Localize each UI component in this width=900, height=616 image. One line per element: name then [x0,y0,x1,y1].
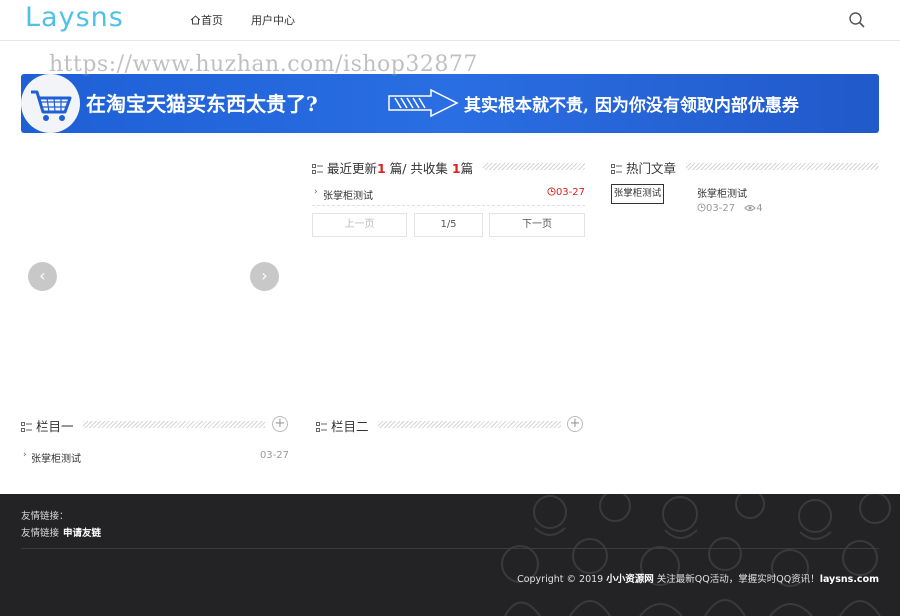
column-two-title-text: 栏目二 [331,419,369,434]
banner-cart-badge [21,74,80,133]
title-stripe-divider [686,163,879,170]
list-item-title[interactable]: 张掌柜测试 [323,187,373,202]
title-stripe-divider [483,163,585,170]
friend-links-label: 友情链接： [21,511,69,522]
recent-title-prefix: 最近更新 [327,161,378,176]
copyright-middle: 关注最新QQ活动，掌握实时QQ资讯！ [653,574,820,585]
site-logo[interactable]: Laysns [25,2,124,33]
list-item-date: 03-27 [259,450,289,461]
list-item[interactable]: › 张掌柜测试 03-27 [312,186,585,206]
slider-prev-button[interactable]: ‹ [28,262,57,291]
nav-user-center[interactable]: 用户中心 [251,12,295,28]
chevron-right-icon: › [261,266,268,285]
column-one-more-plus-icon[interactable]: + [272,416,288,432]
watermark-url: https://www.huzhan.com/ishop32877 [49,52,478,77]
recent-title-suffix: 篇 [460,161,474,176]
list-icon [611,164,622,174]
arrow-right-icon [388,88,459,118]
list-icon [316,422,327,432]
bullet-arrow-icon: › [23,450,27,460]
friend-links: 友情链接 申请友链 [21,525,101,539]
recent-total-count: 1 [451,161,461,176]
title-stripe-divider [83,421,265,428]
site-name-link[interactable]: 小小资源网 [606,574,654,585]
eye-icon [744,205,756,211]
footer-divider [21,548,879,549]
nav-home[interactable]: 首页 [190,12,223,28]
chevron-left-icon: ‹ [39,266,46,285]
hot-article-date: 03-27 [706,203,736,214]
page-indicator: 1/5 [414,213,483,237]
search-icon[interactable] [848,11,866,29]
apply-link-button[interactable]: 申请友链 [63,528,101,539]
footer-crowd-illustration [501,494,891,616]
site-footer: 友情链接： 友情链接 申请友链 Copyright © 2019 小小资源网 关注… [0,494,900,616]
list-item-title[interactable]: 张掌柜测试 [31,450,81,465]
site-header: Laysns 首页 用户中心 [0,0,900,41]
hot-article-views: 4 [756,203,763,214]
shopping-cart-icon [31,90,72,121]
hot-article-meta: 03-27 4 [697,203,763,214]
clock-icon [697,203,706,212]
recent-updated-count: 1 [377,161,386,176]
banner-subline: 其实根本就不贵, 因为你没有领取内部优惠券 [464,96,799,116]
nav-home-label: 首页 [201,14,223,27]
hot-section-title: 热门文章 [611,158,677,176]
list-icon [21,422,32,432]
list-icon [312,164,323,174]
friend-link[interactable]: 友情链接 [21,528,59,539]
copyright-prefix: Copyright © 2019 [517,574,607,585]
list-item-date: 03-27 [547,187,585,198]
recent-section-title: 最近更新1 篇/ 共收集 1篇 [312,158,474,176]
banner-headline: 在淘宝天猫买东西太贵了? [86,92,318,116]
list-item[interactable]: › 张掌柜测试 03-27 [21,450,289,465]
column-two-more-plus-icon[interactable]: + [567,416,583,432]
prev-page-button[interactable]: 上一页 [312,213,407,237]
copyright-text: Copyright © 2019 小小资源网 关注最新QQ活动，掌握实时QQ资讯… [517,571,879,585]
column-two-title: 栏目二 [316,416,369,434]
hot-article-thumbnail[interactable]: 张掌柜测试 [611,184,664,204]
title-stripe-divider [378,421,561,428]
hot-article-title[interactable]: 张掌柜测试 [697,185,747,200]
hot-title-text: 热门文章 [626,161,677,176]
clock-icon [547,187,556,196]
image-slider: ‹ › [21,150,293,400]
slider-next-button[interactable]: › [250,262,279,291]
column-one-title-text: 栏目一 [36,419,74,434]
next-page-button[interactable]: 下一页 [489,213,585,237]
recent-title-mid: 篇/ 共收集 [389,161,452,176]
list-item-date-text: 03-27 [555,187,585,198]
domain-link[interactable]: laysns.com [820,574,879,585]
home-icon [190,15,201,25]
bullet-arrow-icon: › [314,187,318,197]
promo-banner[interactable]: 在淘宝天猫买东西太贵了? 其实根本就不贵, 因为你没有领取内部优惠券 [21,74,879,133]
column-one-title: 栏目一 [21,416,74,434]
